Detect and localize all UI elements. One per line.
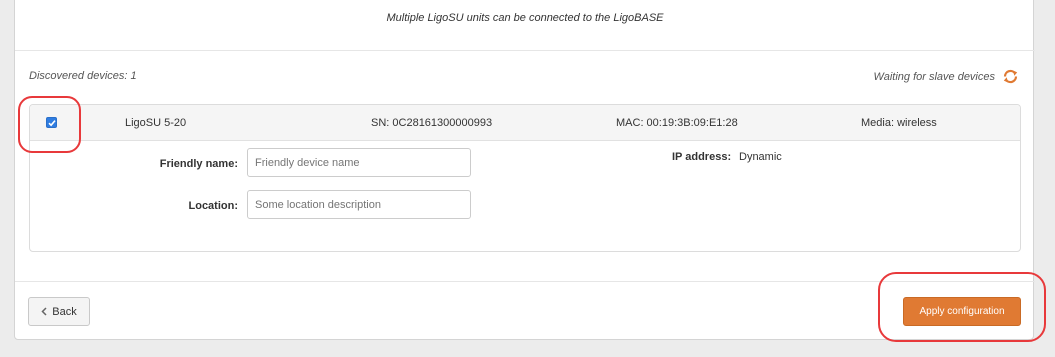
ip-address-label: IP address:	[672, 151, 732, 163]
location-label: Location:	[188, 200, 239, 212]
apply-button-highlight-annotation	[878, 272, 1046, 342]
chevron-left-icon	[41, 307, 47, 316]
device-mac: MAC: 00:19:3B:09:E1:28	[616, 117, 738, 129]
device-media: Media: wireless	[861, 117, 937, 129]
device-model: LigoSU 5-20	[125, 117, 187, 129]
discovered-devices-label: Discovered devices: 1	[29, 70, 137, 82]
device-card: LigoSU 5-20 SN: 0C28161300000993 MAC: 00…	[29, 104, 1021, 252]
divider	[15, 50, 1035, 51]
back-button[interactable]: Back	[28, 297, 90, 326]
friendly-name-input[interactable]	[247, 148, 471, 177]
location-input[interactable]	[247, 190, 471, 219]
back-button-label: Back	[52, 305, 77, 318]
info-message: Multiple LigoSU units can be connected t…	[386, 12, 664, 24]
device-serial: SN: 0C28161300000993	[371, 117, 493, 129]
ip-address-value: Dynamic	[739, 151, 782, 163]
checkbox-highlight-annotation	[18, 96, 81, 153]
waiting-status: Waiting for slave devices	[874, 68, 1019, 85]
waiting-label: Waiting for slave devices	[873, 70, 995, 83]
friendly-name-label: Friendly name:	[159, 158, 238, 170]
refresh-icon[interactable]	[1002, 68, 1019, 85]
device-header-row: LigoSU 5-20 SN: 0C28161300000993 MAC: 00…	[30, 105, 1020, 141]
